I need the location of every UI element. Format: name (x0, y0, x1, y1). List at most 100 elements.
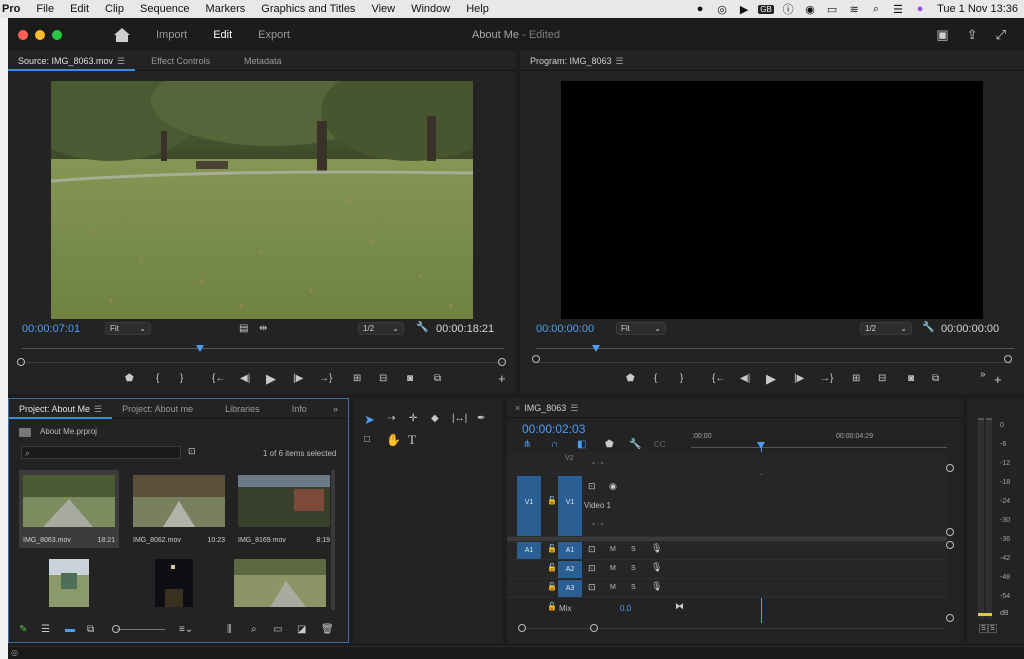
home-icon[interactable] (114, 28, 130, 42)
source-zoom-scrollbar[interactable] (22, 362, 506, 363)
add-marker-icon[interactable]: ⬟ (125, 373, 134, 384)
more-controls-icon[interactable]: » (980, 369, 986, 380)
sync-lock-icon[interactable]: ⊡ (588, 481, 596, 492)
source-zoom-handle-left[interactable] (17, 358, 25, 366)
timeline-hscroll-handle-right[interactable] (590, 624, 598, 632)
find-icon[interactable]: ⌕ (251, 624, 257, 635)
timeline-settings-icon[interactable]: 🔧 (629, 439, 641, 450)
program-resolution-dropdown[interactable]: 1/2 ⌄ (860, 322, 912, 335)
freeform-view-icon[interactable]: ⧉ (87, 624, 94, 635)
keyframe-nav-icon[interactable]: ◂ ◦ ▸ (591, 520, 604, 528)
workspace-import-tab[interactable]: Import (156, 29, 187, 41)
hand-tool-icon[interactable]: ✋ (386, 433, 401, 447)
project-item-img-8063[interactable]: IMG_8063.mov 18:21 (19, 470, 119, 548)
track-v1-target[interactable]: V1 (558, 476, 582, 536)
add-marker-icon[interactable]: ◧ (577, 439, 586, 450)
tab-project-about-me[interactable]: Project: About Me ☰ (9, 399, 113, 419)
window-minimize-button[interactable] (35, 30, 45, 40)
timeline-audio-vscroll-top[interactable] (946, 541, 954, 549)
mark-in-icon[interactable]: { (654, 373, 657, 384)
lock-icon[interactable]: 🔓 (547, 602, 557, 611)
source-zoom-handle-right[interactable] (498, 358, 506, 366)
track-select-tool-icon[interactable]: ⇢ (387, 413, 395, 424)
timeline-hscroll-handle-left[interactable] (518, 624, 526, 632)
settings-wrench-icon[interactable]: 🔧 (922, 322, 934, 333)
icon-view-icon[interactable]: ▬ (65, 624, 75, 635)
mark-in-icon[interactable]: { (156, 373, 159, 384)
tab-project-about-me-2[interactable]: Project: About me (112, 399, 203, 419)
slip-tool-icon[interactable]: |↔| (452, 413, 467, 424)
timeline-audio-vscroll-bottom[interactable] (946, 614, 954, 622)
pencil-icon[interactable]: ✎ (19, 624, 27, 635)
siri-icon[interactable]: ● (909, 3, 931, 15)
mute-button[interactable]: M (610, 584, 616, 591)
program-playhead[interactable] (592, 345, 600, 352)
panel-menu-icon[interactable]: ☰ (616, 56, 624, 66)
source-timecode-in[interactable]: 00:00:07:01 (22, 323, 80, 335)
add-marker-icon[interactable]: ⬟ (626, 373, 635, 384)
sync-lock-icon[interactable]: ⊡ (588, 582, 596, 593)
play-icon[interactable]: ▶ (266, 371, 276, 387)
thumbnail-size-handle[interactable] (112, 625, 120, 633)
menu-clip[interactable]: Clip (97, 3, 132, 15)
sync-icon[interactable]: ◎ (711, 3, 733, 16)
control-center-icon[interactable]: ☰ (887, 3, 909, 16)
menu-file[interactable]: File (28, 3, 62, 15)
program-zoom-scrollbar[interactable] (536, 362, 1012, 363)
source-playhead[interactable] (196, 345, 204, 352)
workspaces-icon[interactable]: ▣ (936, 27, 948, 43)
share-icon[interactable]: ⇪ (967, 27, 978, 43)
delete-icon[interactable]: 🗑 (321, 624, 334, 635)
sync-lock-icon[interactable]: ⊡ (588, 544, 596, 555)
new-bin-icon[interactable]: ▭ (273, 624, 282, 635)
go-to-in-icon[interactable]: {← (212, 373, 225, 384)
step-back-icon[interactable]: ◀| (240, 373, 250, 384)
tab-metadata[interactable]: Metadata (234, 51, 292, 71)
track-a1-target[interactable]: A1 (558, 542, 582, 559)
new-item-icon[interactable]: ◪ (297, 624, 306, 635)
program-zoom-handle-right[interactable] (1004, 355, 1012, 363)
panel-menu-icon[interactable]: ☰ (570, 403, 578, 413)
meter-solo-right[interactable]: S (988, 624, 997, 633)
mute-button[interactable]: M (610, 546, 616, 553)
menu-sequence[interactable]: Sequence (132, 3, 198, 15)
project-scrollbar[interactable] (331, 470, 335, 610)
timeline-timecode[interactable]: 00:00:02:03 (522, 422, 585, 436)
extract-icon[interactable]: ⊟ (878, 373, 886, 384)
solo-button[interactable]: S (631, 565, 636, 572)
timeline-vscroll-handle-top[interactable] (946, 464, 954, 472)
more-tabs-icon[interactable]: » (323, 399, 348, 419)
tab-effect-controls[interactable]: Effect Controls (141, 51, 220, 71)
microphone-icon[interactable]: 🎙 (651, 581, 662, 592)
overwrite-icon[interactable]: ⊟ (379, 373, 387, 384)
menu-window[interactable]: Window (403, 3, 458, 15)
shazam-icon[interactable]: ◉ (799, 3, 821, 16)
go-to-end-icon[interactable]: ⧓ (675, 601, 684, 612)
sync-lock-icon[interactable]: ⊡ (588, 563, 596, 574)
window-close-button[interactable] (18, 30, 28, 40)
app-menu[interactable]: Pro (0, 3, 28, 15)
mark-out-icon[interactable]: } (680, 373, 683, 384)
add-button-icon[interactable]: + (498, 371, 506, 386)
solo-button[interactable]: S (631, 546, 636, 553)
snap-icon[interactable]: ⋔ (523, 439, 531, 450)
marker-icon[interactable]: ⬟ (605, 439, 614, 450)
mix-volume-value[interactable]: 0.0 (620, 604, 631, 613)
tab-info[interactable]: Info (282, 399, 317, 419)
menu-graphics-and-titles[interactable]: Graphics and Titles (253, 3, 363, 15)
export-frame-icon[interactable]: ◙ (908, 373, 914, 384)
panel-menu-icon[interactable]: ☰ (117, 56, 125, 66)
play-icon[interactable]: ▶ (766, 371, 776, 387)
list-view-icon[interactable]: ☰ (41, 624, 50, 635)
ripple-edit-tool-icon[interactable]: ✛ (409, 413, 417, 424)
creative-cloud-icon[interactable]: ● (689, 3, 711, 15)
drag-video-icon[interactable]: ▤ (239, 323, 248, 334)
track-v1-source-patch[interactable]: V1 (517, 476, 541, 536)
rectangle-tool-icon[interactable]: □ (364, 434, 370, 445)
menubar-clock[interactable]: Tue 1 Nov 13:36 (931, 3, 1018, 15)
linked-selection-icon[interactable]: ∩ (551, 439, 558, 450)
razor-tool-icon[interactable]: ◆ (431, 413, 439, 424)
source-resolution-dropdown[interactable]: 1/2 ⌄ (358, 322, 404, 335)
mark-out-icon[interactable]: } (180, 373, 183, 384)
project-item-6[interactable] (234, 559, 326, 607)
